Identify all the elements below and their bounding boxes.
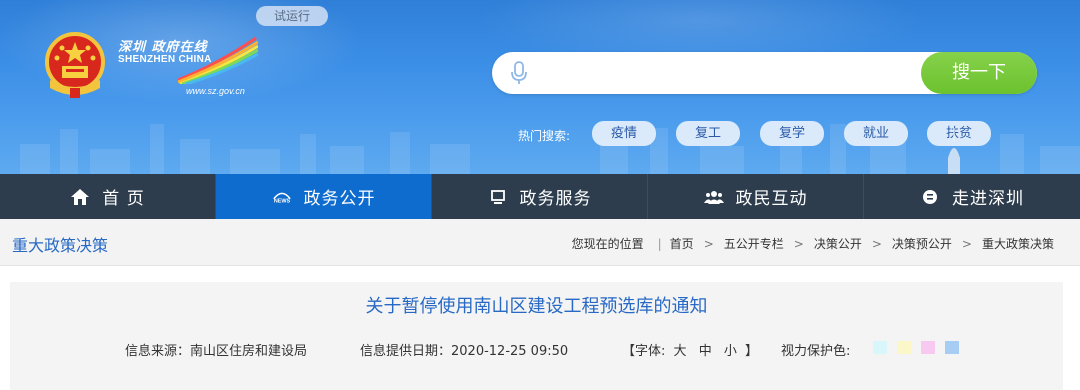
svg-text:NEWS: NEWS [273, 198, 290, 204]
breadcrumb-separator: > [961, 236, 972, 251]
logo-url-text: www.sz.gov.cn [186, 86, 245, 96]
nav-item-public-interaction[interactable]: 政民互动 [648, 174, 864, 219]
nav-label: 政务服务 [519, 189, 592, 209]
nav-label: 首 页 [102, 189, 145, 209]
eye-care-swatch-yellow[interactable] [897, 341, 911, 354]
skyscraper-graphic [948, 128, 960, 174]
breadcrumb-decision-prepublic[interactable]: 决策预公开 [892, 235, 952, 252]
breadcrumb-home[interactable]: 首页 [670, 235, 694, 252]
hot-tag-epidemic[interactable]: 疫情 [592, 121, 656, 146]
microphone-icon[interactable] [510, 61, 528, 85]
national-emblem-logo [45, 32, 105, 98]
eye-care-swatch-cyan[interactable] [873, 341, 887, 354]
breadcrumb-major-policy[interactable]: 重大政策决策 [982, 235, 1054, 252]
breadcrumb: 您现在的位置 | 首页 > 五公开专栏 > 决策公开 > 决策预公开 > 重大政… [572, 235, 1054, 252]
people-icon [703, 188, 724, 206]
font-size-controls: 【字体: 大 中 小 】 [622, 340, 758, 359]
logo-english-text: SHENZHEN CHINA [118, 54, 212, 65]
article-source: 信息来源：南山区住房和建设局 [125, 344, 308, 359]
font-large-button[interactable]: 大 [674, 344, 687, 359]
nav-item-government-affairs-public[interactable]: NEWS 政务公开 [216, 174, 432, 219]
breadcrumb-decision-public[interactable]: 决策公开 [814, 235, 862, 252]
info-circle-icon [920, 188, 940, 206]
font-size-open: 【字体: [622, 344, 666, 359]
search-button[interactable]: 搜一下 [921, 52, 1037, 94]
hot-tag-resume-work[interactable]: 复工 [676, 121, 740, 146]
search-bar: 搜一下 [492, 52, 1037, 94]
font-small-button[interactable]: 小 [724, 344, 737, 359]
breadcrumb-separator: > [703, 236, 714, 251]
breadcrumb-separator: > [793, 236, 804, 251]
hot-tag-resume-school[interactable]: 复学 [760, 121, 824, 146]
nav-item-government-services[interactable]: 政务服务 [432, 174, 648, 219]
article-panel: 关于暂停使用南山区建设工程预选库的通知 信息来源：南山区住房和建设局 信息提供日… [10, 282, 1063, 390]
breadcrumb-separator: > [871, 236, 882, 251]
site-logo[interactable]: 深圳 政府在线 SHENZHEN CHINA www.sz.gov.cn [118, 36, 258, 102]
nav-label: 走进深圳 [952, 189, 1024, 209]
breadcrumb-bar: 重大政策决策 您现在的位置 | 首页 > 五公开专栏 > 决策公开 > 决策预公… [0, 219, 1080, 266]
article-date: 信息提供日期：2020-12-25 09:50 [360, 344, 569, 359]
hot-tag-employment[interactable]: 就业 [844, 121, 908, 146]
nav-item-home[interactable]: 首 页 [0, 174, 216, 219]
eye-care-swatch-pink[interactable] [921, 341, 935, 354]
trial-badge: 试运行 [256, 6, 328, 26]
logo-chinese-text: 深圳 政府在线 [118, 40, 208, 55]
article-title: 关于暂停使用南山区建设工程预选库的通知 [365, 296, 708, 317]
nav-item-explore-shenzhen[interactable]: 走进深圳 [864, 174, 1080, 219]
nav-label: 政务公开 [303, 189, 376, 209]
home-icon [70, 188, 90, 206]
breadcrumb-lead: 您现在的位置 [571, 237, 644, 251]
news-icon: NEWS [272, 188, 292, 206]
breadcrumb-divider: | [657, 236, 662, 251]
breadcrumb-five-public[interactable]: 五公开专栏 [724, 235, 784, 252]
article-meta: 信息来源：南山区住房和建设局 信息提供日期：2020-12-25 09:50 【… [10, 340, 1063, 360]
font-size-close: 】 [745, 344, 759, 359]
main-nav: 首 页 NEWS 政务公开 政务服务 政民互动 走进深圳 [0, 174, 1080, 219]
section-title[interactable]: 重大政策决策 [12, 232, 108, 256]
hot-search-label: 热门搜索: [518, 129, 571, 143]
monitor-icon [488, 188, 508, 206]
eye-care-swatch-blue[interactable] [945, 341, 959, 354]
eye-care-label: 视力保护色: [781, 344, 851, 359]
header-banner: 试运行 深圳 政府在线 SHENZHEN CHINA www.sz.gov.cn… [0, 0, 1080, 174]
nav-label: 政民互动 [735, 189, 808, 209]
search-input[interactable] [544, 58, 904, 88]
font-medium-button[interactable]: 中 [699, 344, 712, 359]
